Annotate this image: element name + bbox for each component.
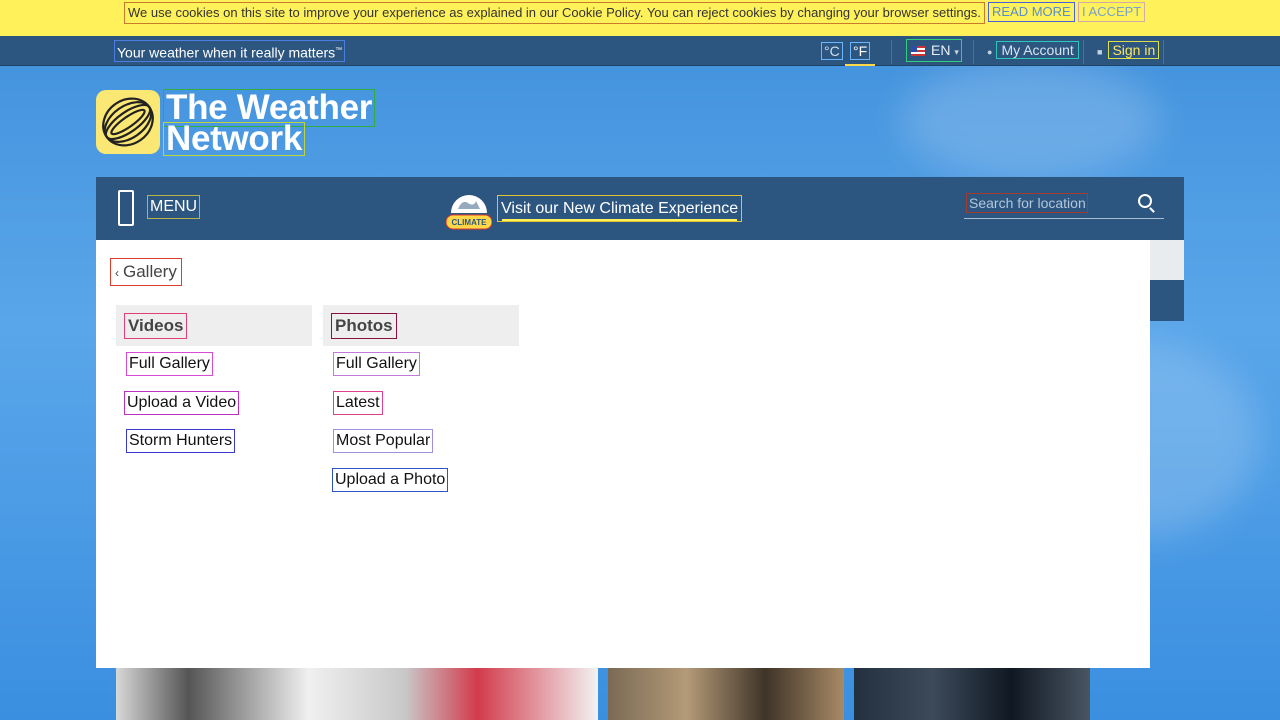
language-selector[interactable]: EN ▾ — [906, 39, 962, 62]
cookie-banner: We use cookies on this site to improve y… — [0, 0, 1280, 36]
flag-us-icon — [911, 46, 925, 56]
top-utility-bar: Your weather when it really matters™ °C … — [0, 36, 1280, 66]
gallery-thumbnail[interactable] — [116, 668, 598, 720]
logo-title-line2[interactable]: Network — [163, 121, 305, 156]
gallery-title: Gallery — [123, 262, 177, 281]
storm-hunters-link[interactable]: Storm Hunters — [126, 429, 236, 453]
videos-section-header: Videos — [116, 305, 312, 346]
accept-cookies-button[interactable]: I ACCEPT — [1078, 2, 1146, 22]
location-search — [964, 193, 1164, 219]
gallery-thumbnail[interactable] — [854, 668, 1090, 720]
sign-in-label[interactable]: Sign in — [1108, 41, 1160, 59]
chevron-left-icon: ‹ — [115, 266, 119, 280]
side-tab — [1150, 280, 1184, 321]
videos-heading[interactable]: Videos — [124, 313, 188, 339]
gallery-thumbnail[interactable] — [608, 668, 844, 720]
photos-heading[interactable]: Photos — [331, 313, 397, 339]
most-popular-photos-link[interactable]: Most Popular — [333, 429, 434, 453]
unit-celsius-toggle[interactable]: °C — [821, 42, 843, 60]
sign-in-link[interactable]: ■ Sign in — [1097, 40, 1160, 62]
hamburger-icon[interactable] — [118, 190, 134, 226]
user-icon: ● — [987, 47, 993, 57]
divider — [1083, 40, 1084, 64]
active-unit-indicator — [845, 64, 875, 66]
photos-full-gallery-link[interactable]: Full Gallery — [333, 352, 420, 376]
divider — [891, 40, 892, 64]
lock-icon: ■ — [1097, 47, 1103, 57]
climate-experience-link[interactable]: Visit our New Climate Experience — [497, 195, 743, 222]
photos-section-header: Photos — [323, 305, 519, 346]
logo-swirl-icon[interactable] — [96, 90, 160, 154]
account-link[interactable]: ● My Account — [987, 40, 1079, 62]
read-more-button[interactable]: READ MORE — [988, 2, 1075, 22]
divider — [1163, 40, 1164, 64]
language-label: EN — [931, 42, 951, 58]
side-tab — [1150, 240, 1184, 280]
menu-button[interactable]: MENU — [147, 195, 201, 219]
gallery-back-link[interactable]: ‹ Gallery — [110, 258, 182, 286]
globe-climate-icon[interactable]: CLIMATE — [445, 189, 493, 233]
divider — [973, 40, 974, 64]
climate-badge-label: CLIMATE — [452, 218, 488, 227]
chevron-down-icon: ▾ — [954, 47, 959, 57]
search-input[interactable] — [966, 193, 1088, 213]
search-icon[interactable] — [1138, 194, 1152, 208]
gallery-dropdown-panel: ‹ Gallery Videos Photos Full Gallery Uplo… — [96, 240, 1150, 668]
unit-fahrenheit-toggle[interactable]: °F — [850, 42, 871, 60]
latest-photos-link[interactable]: Latest — [333, 391, 383, 415]
sky-decoration — [900, 60, 1160, 180]
videos-full-gallery-link[interactable]: Full Gallery — [126, 352, 213, 376]
upload-photo-link[interactable]: Upload a Photo — [332, 468, 449, 492]
account-label[interactable]: My Account — [996, 41, 1079, 59]
upload-video-link[interactable]: Upload a Video — [124, 391, 240, 415]
main-navigation: MENU CLIMATE Visit our New Climate Exper… — [96, 177, 1184, 240]
site-tagline[interactable]: Your weather when it really matters™ — [114, 40, 346, 62]
cookie-message: We use cookies on this site to improve y… — [124, 2, 985, 24]
